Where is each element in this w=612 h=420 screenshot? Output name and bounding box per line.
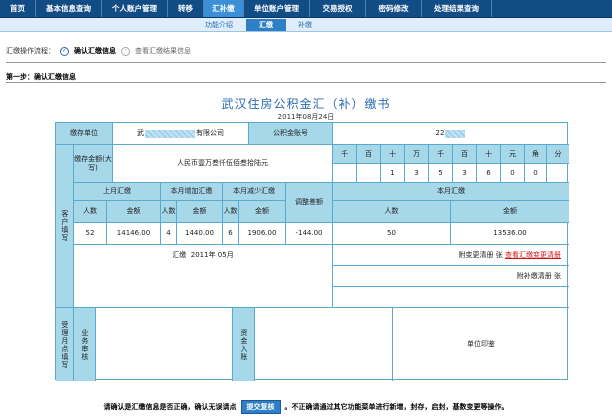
unit-value: 武有限公司 — [113, 123, 249, 145]
inc-people-value: 4 — [161, 223, 177, 245]
unit-seal-area: 单位印鉴 — [393, 308, 569, 381]
fund-in-label: 资金入账 — [233, 308, 255, 381]
this-decrease-header: 本月减少汇缴 — [223, 183, 286, 201]
amount-header: 金额 — [107, 201, 161, 223]
digit-header: 千 — [333, 145, 357, 164]
confirm-text-after: 。不正确请通过其它功能菜单进行新增，封存，启封，基数变更等操作。 — [284, 403, 509, 411]
document-date: 2011年08月24日 — [277, 113, 335, 121]
confirm-text-before: 请确认是汇缴信息是否正确，确认无误请点 — [103, 403, 237, 411]
digit-header: 元 — [501, 145, 525, 164]
people-header: 人数 — [74, 201, 107, 223]
amount-header: 金额 — [239, 201, 286, 223]
remittance-form: 缴存单位 武有限公司 公积金账号 22 客户填写 缴存金额(大写) 人民币壹万叁… — [55, 122, 569, 381]
step-title: 第一步：确认汇缴信息 — [6, 73, 76, 81]
digit-value: 5 — [429, 164, 453, 183]
subtab-intro[interactable]: 功能介绍 — [196, 19, 242, 31]
nav-item-transaction-auth[interactable]: 交易授权 — [310, 0, 366, 17]
change-list: 附变更清册 张 查看汇缴变更清册 — [333, 245, 569, 266]
view-change-list-link[interactable]: 查看汇缴变更清册 — [505, 251, 561, 260]
masked-text — [445, 129, 466, 138]
unit-label: 缴存单位 — [56, 123, 113, 145]
subtab-remit[interactable]: 汇缴 — [246, 19, 286, 31]
section-receiver: 受理月点填写 — [56, 308, 74, 381]
nav-item-basic-info-query[interactable]: 基本信息查询 — [36, 0, 102, 17]
subtab-supplement[interactable]: 补缴 — [290, 19, 320, 31]
pay-month: 汇缴 2011年 05月 — [74, 245, 333, 308]
people-header: 人数 — [223, 201, 239, 223]
digit-header: 万 — [405, 145, 429, 164]
amount-header: 金额 — [177, 201, 223, 223]
account-label: 公积金账号 — [249, 123, 333, 145]
section-customer: 客户填写 — [56, 145, 74, 308]
divider — [6, 82, 606, 83]
digit-value: 3 — [405, 164, 429, 183]
check-circle-icon: ✓ — [60, 46, 69, 56]
digit-header: 十 — [381, 145, 405, 164]
people-header: 人数 — [161, 201, 177, 223]
process-step-current: 确认汇缴信息 — [74, 47, 116, 55]
unit-seal-label: 单位印鉴 — [467, 340, 495, 349]
business-review-label: 业务审核 — [74, 308, 96, 381]
process-step-next: 查看汇缴结果信息 — [135, 47, 191, 55]
digit-header: 千 — [429, 145, 453, 164]
this-increase-header: 本月增加汇缴 — [161, 183, 223, 201]
circle-icon: › — [121, 46, 130, 56]
last-amount-value: 14146.00 — [107, 223, 161, 245]
amount-words-label: 缴存金额(大写) — [74, 145, 113, 183]
sub-nav: 功能介绍 汇缴 补缴 — [0, 18, 612, 32]
adjust-header: 调整差额 — [286, 183, 333, 223]
digit-header: 百 — [453, 145, 477, 164]
last-people-value: 52 — [74, 223, 107, 245]
adjust-value: -144.00 — [286, 223, 333, 245]
digit-header: 角 — [525, 145, 547, 164]
nav-item-personal-account[interactable]: 个人账户管理 — [102, 0, 168, 17]
digit-value: 6 — [477, 164, 501, 183]
document-title: 武汉住房公积金汇（补）缴书 — [221, 97, 391, 111]
inc-amount-value: 1440.00 — [177, 223, 223, 245]
digit-value — [547, 164, 569, 183]
supplement-list: 附补缴清册 张 — [333, 266, 569, 287]
nav-item-password-change[interactable]: 密码修改 — [366, 0, 422, 17]
month-amount-value: 13536.00 — [451, 223, 569, 245]
blank-row — [333, 287, 569, 308]
process-breadcrumb: 汇缴操作流程： ✓ 确认汇缴信息 › 查看汇缴结果信息 — [6, 45, 191, 57]
month-people-value: 50 — [333, 223, 451, 245]
this-month-header: 本月汇缴 — [333, 183, 569, 201]
dec-amount-value: 1906.00 — [239, 223, 286, 245]
digit-value: 3 — [453, 164, 477, 183]
nav-item-remit-supplement[interactable]: 汇补缴 — [204, 0, 244, 17]
digit-value: 0 — [525, 164, 547, 183]
digit-header: 分 — [547, 145, 569, 164]
nav-item-transfer[interactable]: 转移 — [168, 0, 204, 17]
process-label: 汇缴操作流程： — [6, 47, 55, 55]
divider — [6, 62, 606, 63]
top-nav: 首页 基本信息查询 个人账户管理 转移 汇补缴 单位账户管理 交易授权 密码修改… — [0, 0, 612, 18]
digit-value: 0 — [501, 164, 525, 183]
masked-text — [145, 129, 195, 138]
submit-review-button[interactable]: 提交复核 — [240, 400, 281, 414]
amount-words-value: 人民币壹万叁仟伍佰叁拾陆元 — [113, 145, 333, 183]
nav-item-result-query[interactable]: 处理结果查询 — [422, 0, 492, 17]
nav-item-unit-account[interactable]: 单位账户管理 — [244, 0, 310, 17]
digit-value: 1 — [381, 164, 405, 183]
dec-people-value: 6 — [223, 223, 239, 245]
digit-value — [357, 164, 381, 183]
digit-value — [333, 164, 357, 183]
business-review-area — [96, 308, 233, 381]
people-header: 人数 — [333, 201, 451, 223]
digit-header: 百 — [357, 145, 381, 164]
amount-header: 金额 — [451, 201, 569, 223]
confirm-bar: 请确认是汇缴信息是否正确，确认无误请点 提交复核 。不正确请通过其它功能菜单进行… — [0, 400, 612, 414]
digit-header: 十 — [477, 145, 501, 164]
last-month-header: 上月汇缴 — [74, 183, 161, 201]
fund-in-area — [255, 308, 393, 381]
nav-item-home[interactable]: 首页 — [0, 0, 36, 17]
account-value: 22 — [333, 123, 569, 145]
